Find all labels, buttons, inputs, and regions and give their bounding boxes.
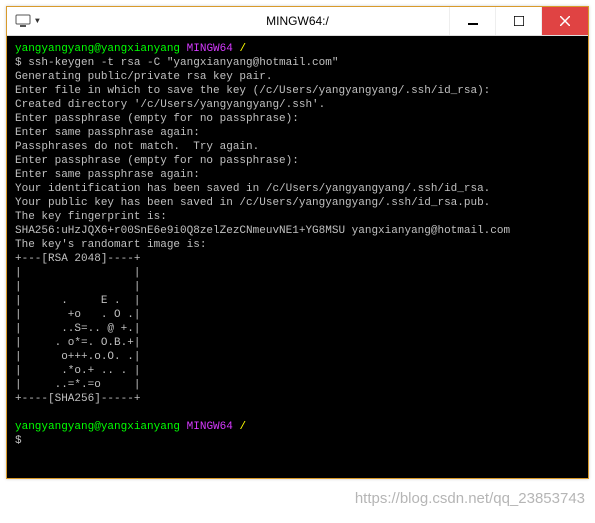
prompt-symbol: $: [15, 57, 22, 69]
prompt-env: MINGW64: [187, 43, 233, 55]
output-line: Enter same passphrase again:: [15, 169, 200, 181]
randomart-line: | . E . |: [15, 295, 140, 307]
prompt-symbol: $: [15, 435, 22, 447]
close-icon: [560, 16, 570, 26]
randomart-line: | +o . O .|: [15, 309, 140, 321]
minimize-icon: [468, 16, 478, 26]
prompt-env: MINGW64: [187, 421, 233, 433]
output-line: Your public key has been saved in /c/Use…: [15, 197, 490, 209]
randomart-line: | |: [15, 267, 140, 279]
output-line: Passphrases do not match. Try again.: [15, 141, 259, 153]
prompt-user: yangyangyang@yangxianyang: [15, 421, 180, 433]
output-line: Enter file in which to save the key (/c/…: [15, 85, 490, 97]
dropdown-icon[interactable]: ▼: [33, 15, 42, 28]
output-line: SHA256:uHzJQX6+r00SnE6e9i0Q8zelZezCNmeuv…: [15, 225, 510, 237]
command-text: ssh-keygen -t rsa -C "yangxianyang@hotma…: [22, 57, 339, 69]
randomart-line: +---[RSA 2048]----+: [15, 253, 140, 265]
output-line: Created directory '/c/Users/yangyangyang…: [15, 99, 325, 111]
terminal-window: ▼ MINGW64:/ yangyangyang@yangxianyang MI…: [6, 6, 589, 479]
prompt-path: /: [239, 421, 246, 433]
minimize-button[interactable]: [449, 7, 495, 35]
maximize-icon: [514, 16, 524, 26]
watermark: https://blog.csdn.net/qq_23853743: [355, 490, 585, 507]
output-line: The key's randomart image is:: [15, 239, 206, 251]
randomart-line: | ..=*.=o |: [15, 379, 140, 391]
window-title: MINGW64:/: [266, 14, 329, 28]
output-line: Enter same passphrase again:: [15, 127, 200, 139]
titlebar-left: ▼: [7, 7, 42, 35]
close-button[interactable]: [541, 7, 588, 35]
output-line: Your identification has been saved in /c…: [15, 183, 490, 195]
terminal-body[interactable]: yangyangyang@yangxianyang MINGW64 / $ ss…: [7, 36, 588, 478]
randomart-line: +----[SHA256]-----+: [15, 393, 140, 405]
randomart-line: | .*o.+ .. . |: [15, 365, 140, 377]
prompt-path: /: [239, 43, 246, 55]
window-controls: [449, 7, 588, 35]
output-line: Generating public/private rsa key pair.: [15, 71, 272, 83]
randomart-line: | ..S=.. @ +.|: [15, 323, 140, 335]
randomart-line: | |: [15, 281, 140, 293]
prompt-user: yangyangyang@yangxianyang: [15, 43, 180, 55]
randomart-line: | . o*=. O.B.+|: [15, 337, 140, 349]
output-line: Enter passphrase (empty for no passphras…: [15, 155, 299, 167]
output-line: The key fingerprint is:: [15, 211, 167, 223]
maximize-button[interactable]: [495, 7, 541, 35]
titlebar[interactable]: ▼ MINGW64:/: [7, 7, 588, 36]
output-line: Enter passphrase (empty for no passphras…: [15, 113, 299, 125]
computer-icon: [15, 13, 31, 29]
randomart-line: | o+++.o.O. .|: [15, 351, 140, 363]
